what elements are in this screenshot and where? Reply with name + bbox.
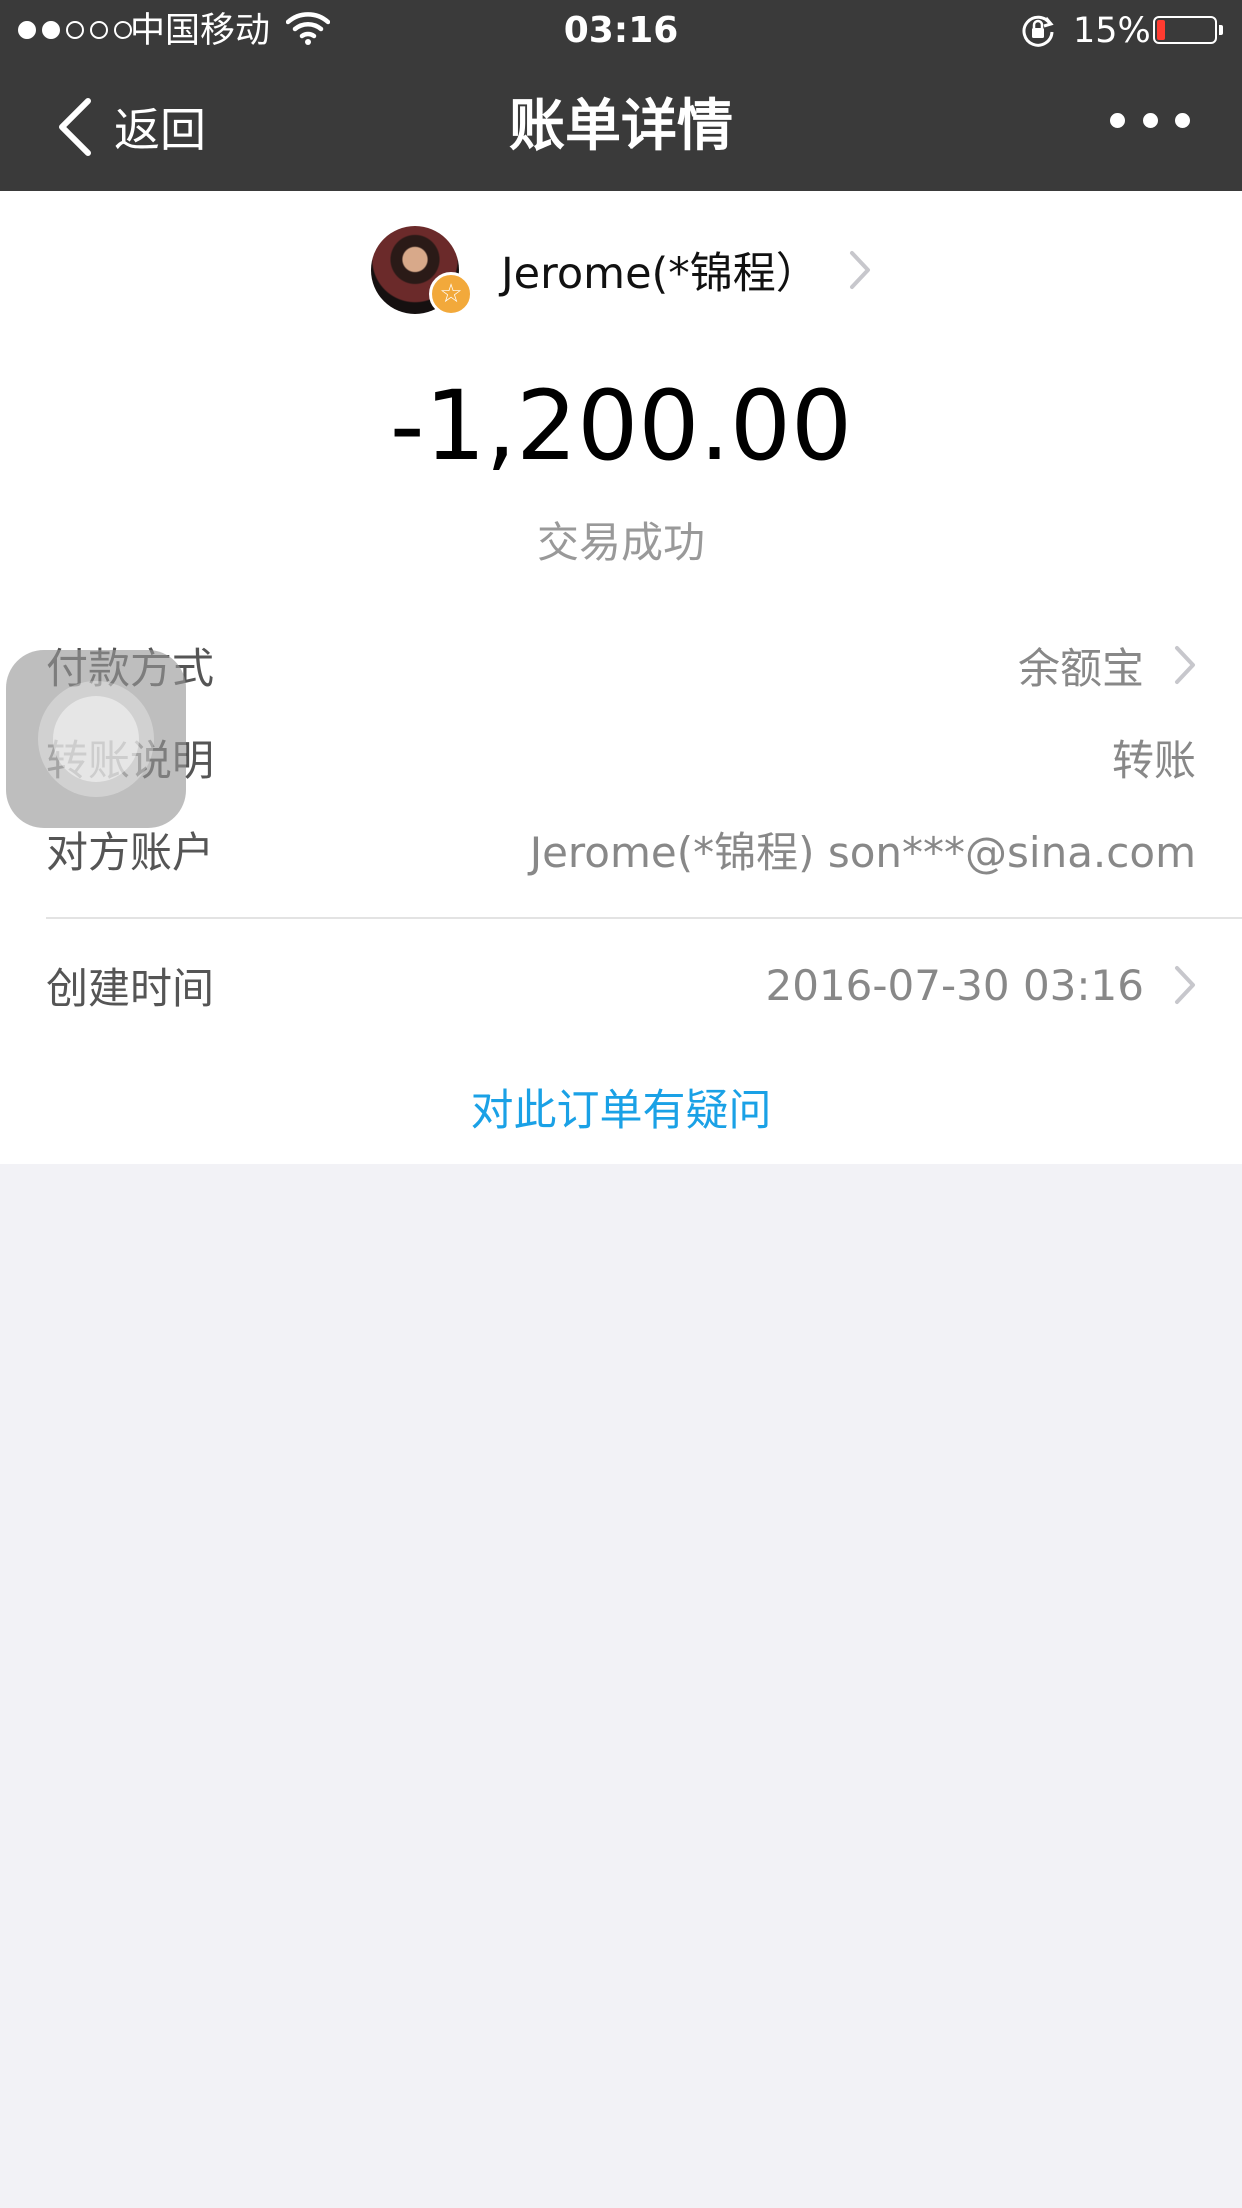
transaction-status: 交易成功	[536, 518, 705, 567]
assistive-touch-icon[interactable]	[6, 650, 186, 828]
more-icon[interactable]	[1110, 100, 1190, 140]
payment-method-value: 余额宝	[1017, 643, 1144, 693]
back-label: 返回	[114, 103, 206, 157]
counterparty-account-value: Jerome(*锦程) son***@sina.com	[529, 827, 1196, 877]
back-button[interactable]: 返回	[52, 82, 206, 172]
created-time-row[interactable]: 创建时间 2016-07-30 03:16	[46, 949, 1196, 1021]
chevron-right-icon	[849, 251, 870, 289]
more-dot	[1142, 112, 1158, 128]
payment-method-row[interactable]: 付款方式 余额宝	[46, 629, 1196, 701]
transfer-note-row: 转账说明 转账	[46, 721, 1196, 793]
created-time-label: 创建时间	[46, 963, 215, 1013]
back-chevron-icon	[59, 98, 91, 156]
more-dot	[1175, 112, 1190, 128]
created-time-value: 2016-07-30 03:16	[765, 960, 1144, 1010]
divider	[46, 917, 1242, 919]
chevron-right-icon	[1175, 646, 1195, 684]
order-question-link[interactable]: 对此订单有疑问	[0, 1081, 1242, 1141]
assistive-ring-inner	[53, 696, 139, 782]
avatar: ☆	[371, 226, 473, 316]
page-title: 账单详情	[509, 94, 733, 159]
transaction-amount: -1,200.00	[389, 370, 853, 482]
rotation-lock-icon	[1022, 15, 1054, 47]
transfer-note-value: 转账	[1111, 735, 1196, 785]
payee-row[interactable]: ☆ Jerome(*锦程）	[371, 224, 871, 316]
status-bar: 中国移动 03:16 15%	[0, 0, 1242, 62]
battery-level	[1157, 20, 1165, 40]
more-dot	[1110, 112, 1125, 128]
battery-percent: 15%	[1073, 11, 1151, 51]
payee-name: Jerome(*锦程）	[501, 249, 819, 299]
star-badge-icon: ☆	[429, 272, 473, 316]
bill-detail-card: ☆ Jerome(*锦程） -1,200.00 交易成功 付款方式 余额宝 转账…	[0, 191, 1242, 1164]
top-bar: 中国移动 03:16 15% 返回 账单详情	[0, 0, 1242, 191]
battery-icon	[1153, 16, 1223, 44]
counterparty-account-row: 对方账户 Jerome(*锦程) son***@sina.com	[46, 813, 1196, 885]
chevron-right-icon	[1175, 966, 1195, 1004]
battery-nub	[1219, 25, 1223, 35]
